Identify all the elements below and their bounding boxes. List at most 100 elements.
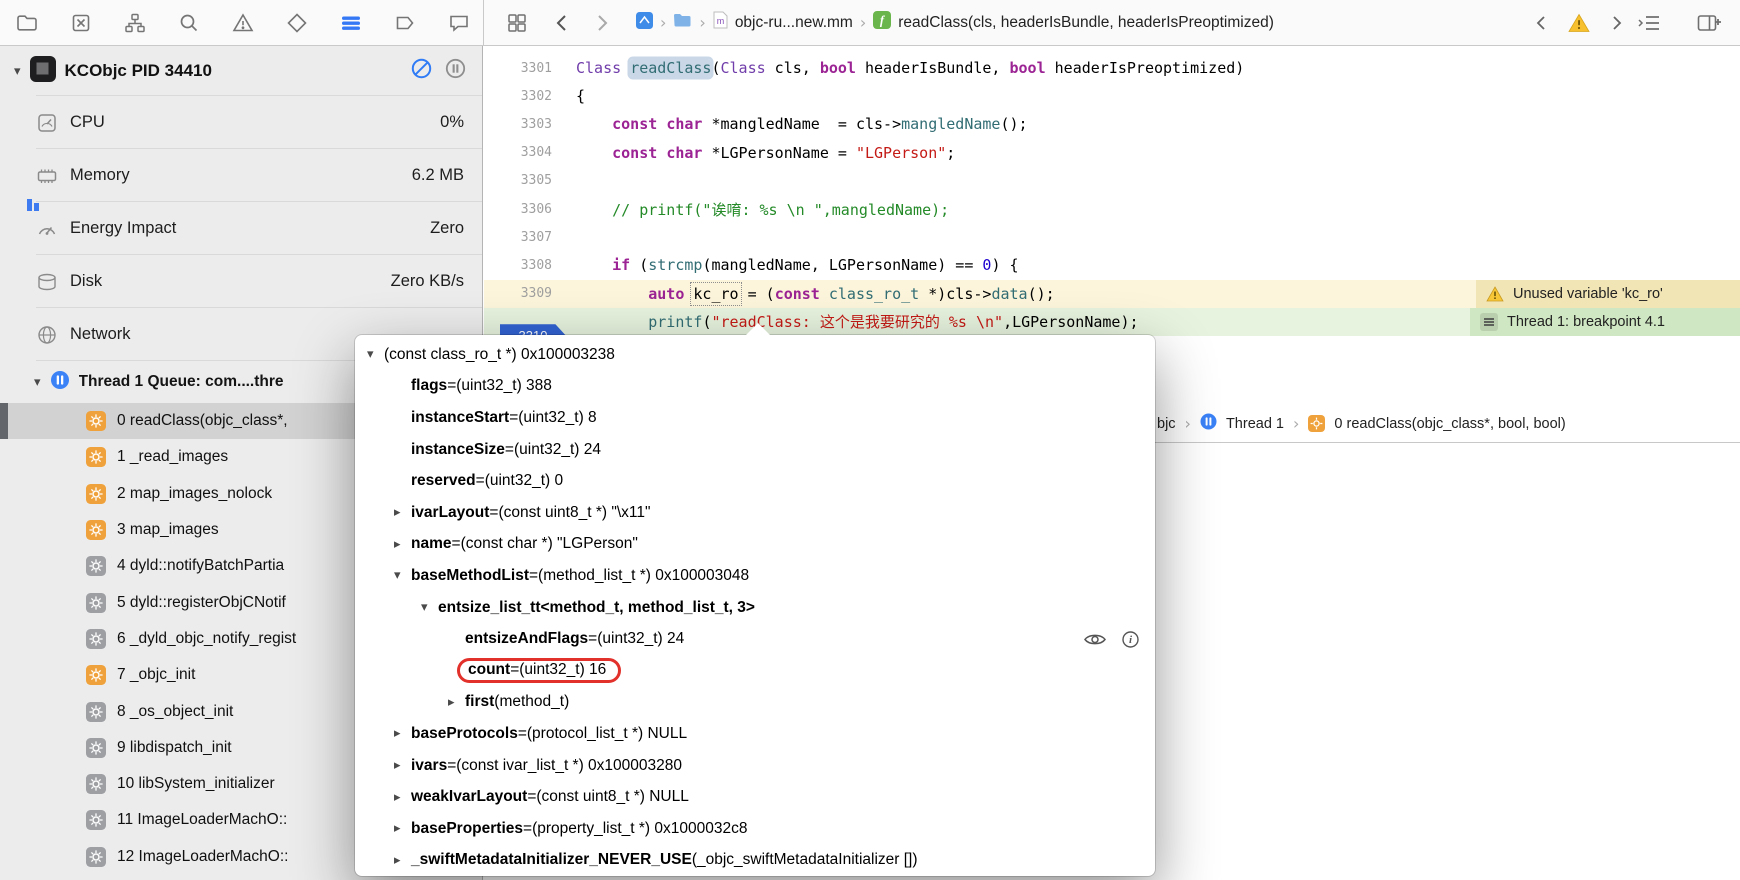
variable-row[interactable]: ▸ _swiftMetadataInitializer_NEVER_USE (_o… <box>355 845 1155 877</box>
find-navigator-icon[interactable] <box>176 10 202 36</box>
energy-icon <box>36 218 58 240</box>
disclosure-triangle[interactable]: ▸ <box>394 537 411 552</box>
variable-row[interactable]: ▸ name = (const char *) "LGPerson" <box>355 529 1155 561</box>
code-line[interactable]: 3310 printf("readClass: 这个是我要研究的 %s \n",… <box>484 307 1740 348</box>
code-line[interactable]: 3306 // printf("诶唷: %s \n ",mangledName)… <box>484 195 1740 223</box>
code-line[interactable]: 3302 { <box>484 82 1740 110</box>
variable-anchor[interactable]: kc_ro <box>690 281 742 306</box>
gauge-label: Network <box>70 325 131 343</box>
breadcrumb-symbol[interactable]: readClass(cls, headerIsBundle, headerIsP… <box>898 14 1274 32</box>
code-text: printf("readClass: 这个是我要研究的 %s \n",LGPer… <box>648 313 1139 332</box>
disclosure-triangle[interactable]: ▸ <box>394 790 411 805</box>
variable-row[interactable]: instanceStart = (uint32_t) 8 <box>355 402 1155 434</box>
variable-row[interactable]: entsizeAndFlags = (uint32_t) 24 i <box>355 623 1155 655</box>
memory-icon <box>36 165 58 187</box>
disclosure-triangle[interactable]: ▾ <box>394 568 411 583</box>
disclosure-triangle[interactable]: ▸ <box>394 758 411 773</box>
function-icon[interactable]: f <box>873 11 892 34</box>
line-number-gutter[interactable]: 3306 <box>484 202 576 217</box>
disclosure-triangle[interactable]: ▸ <box>394 505 411 520</box>
gauge-row-disk[interactable]: Disk Zero KB/s <box>0 255 482 308</box>
forward-chevron-icon[interactable] <box>592 0 612 45</box>
disclosure-triangle[interactable]: ▸ <box>448 695 465 710</box>
code-line[interactable]: 3303 const char *mangledName = cls->mang… <box>484 110 1740 138</box>
disclosure-triangle[interactable]: ▾ <box>421 600 438 615</box>
variable-name: name <box>411 535 452 553</box>
breadcrumb-file[interactable]: objc-ru...new.mm <box>735 14 853 32</box>
disclosure-triangle[interactable]: ▸ <box>394 726 411 741</box>
debug-navigator-icon[interactable] <box>338 10 364 36</box>
issue-navigator-icon[interactable] <box>230 10 256 36</box>
warning-annotation[interactable]: Unused variable 'kc_ro' <box>1476 279 1740 308</box>
frame-label: 9 libdispatch_init <box>117 738 232 756</box>
code-line[interactable]: 3308 if (strcmp(mangledName, LGPersonNam… <box>484 251 1740 279</box>
line-number-gutter[interactable]: 3309 <box>484 286 576 301</box>
variable-row[interactable]: ▸ ivars = (const ivar_list_t *) 0x1000032… <box>355 750 1155 782</box>
warning-icon[interactable] <box>1566 10 1592 36</box>
line-number-gutter[interactable]: 3308 <box>484 258 576 273</box>
disclosure-triangle[interactable]: ▸ <box>394 853 411 868</box>
gauge-label: Energy Impact <box>70 219 177 237</box>
disclosure-triangle[interactable]: ▾ <box>34 375 41 390</box>
code-line[interactable]: 3307 <box>484 223 1740 251</box>
variable-row[interactable]: ▾ baseMethodList = (method_list_t *) 0x10… <box>355 560 1155 592</box>
jump-bar-frame[interactable]: 0 readClass(objc_class*, bool, bool) <box>1334 416 1565 432</box>
disclosure-triangle[interactable]: ▾ <box>14 64 21 79</box>
variable-row[interactable]: ▸ ivarLayout = (const uint8_t *) "\x11" <box>355 497 1155 529</box>
jump-bar-process[interactable]: bjc <box>1157 416 1176 432</box>
editor-options-icon[interactable] <box>1636 0 1662 45</box>
code-line[interactable]: 3301 Class readClass(Class cls, bool head… <box>484 54 1740 82</box>
row-actions: i <box>1084 630 1139 648</box>
jump-bar-thread[interactable]: Thread 1 <box>1226 416 1284 432</box>
disclosure-triangle[interactable]: ▾ <box>367 347 384 362</box>
variable-row[interactable]: ▸ baseProtocols = (protocol_list_t *) NUL… <box>355 718 1155 750</box>
related-items-icon[interactable] <box>505 0 529 45</box>
code-line[interactable]: 3309 auto kc_ro = (const class_ro_t *)cl… <box>484 279 1740 308</box>
variable-row[interactable]: ▾ entsize_list_tt<method_t, method_list_t… <box>355 592 1155 624</box>
variable-name: first <box>465 693 495 711</box>
line-number-gutter[interactable]: 3307 <box>484 230 576 245</box>
code-area[interactable]: 3301 Class readClass(Class cls, bool head… <box>484 54 1740 348</box>
line-number-gutter[interactable]: 3302 <box>484 89 576 104</box>
info-icon[interactable]: i <box>1122 630 1139 648</box>
variable-row[interactable]: ▸ weakIvarLayout = (const uint8_t *) NULL <box>355 781 1155 813</box>
variable-row[interactable]: flags = (uint32_t) 388 <box>355 371 1155 403</box>
disclosure-triangle[interactable]: ▸ <box>394 821 411 836</box>
code-line[interactable]: 3304 const char *LGPersonName = "LGPerso… <box>484 139 1740 167</box>
variable-row[interactable]: reserved = (uint32_t) 0 <box>355 465 1155 497</box>
mm-file-icon[interactable]: m <box>713 11 728 34</box>
issue-navigation <box>1528 0 1630 45</box>
variable-row[interactable]: instanceSize = (uint32_t) 24 <box>355 434 1155 466</box>
back-chevron-icon[interactable] <box>552 0 572 45</box>
pause-icon[interactable] <box>445 58 466 84</box>
gauge-row-cpu[interactable]: CPU 0% <box>0 96 482 149</box>
previous-issue-icon[interactable] <box>1528 10 1554 36</box>
breakpoint-navigator-icon[interactable] <box>392 10 418 36</box>
gauge-row-energy[interactable]: Energy Impact Zero <box>0 202 482 255</box>
add-editor-icon[interactable] <box>1696 0 1722 45</box>
circle-slash-icon[interactable] <box>411 58 432 84</box>
code-line[interactable]: 3305 <box>484 167 1740 195</box>
variable-row[interactable]: ▸ first (method_t) <box>355 687 1155 719</box>
process-row[interactable]: ▾ KCObjc PID 34410 <box>0 46 482 96</box>
variable-row[interactable]: ▾ (const class_ro_t *) 0x100003238 <box>355 339 1155 371</box>
report-navigator-icon[interactable] <box>446 10 472 36</box>
project-icon[interactable] <box>636 11 653 34</box>
project-navigator-icon[interactable] <box>14 10 40 36</box>
line-number-gutter[interactable]: 3304 <box>484 145 576 160</box>
annotation-text: Thread 1: breakpoint 4.1 <box>1507 313 1665 330</box>
test-navigator-icon[interactable] <box>284 10 310 36</box>
line-number-gutter[interactable]: 3301 <box>484 61 576 76</box>
line-number-gutter[interactable]: 3303 <box>484 117 576 132</box>
line-number-gutter[interactable]: 3305 <box>484 173 576 188</box>
quicklook-icon[interactable] <box>1084 632 1106 647</box>
folder-icon[interactable] <box>673 12 692 33</box>
breakpoint-annotation[interactable]: Thread 1: breakpoint 4.1 <box>1470 307 1740 336</box>
symbol-navigator-icon[interactable] <box>122 10 148 36</box>
variable-value: (method_list_t *) 0x100003048 <box>538 566 750 584</box>
variable-row[interactable]: ▸ baseProperties = (property_list_t *) 0x… <box>355 813 1155 845</box>
source-control-icon[interactable] <box>68 10 94 36</box>
variable-row[interactable]: count = (uint32_t) 16 <box>355 655 1155 687</box>
gauge-row-memory[interactable]: Memory 6.2 MB <box>0 149 482 211</box>
next-issue-icon[interactable] <box>1604 10 1630 36</box>
